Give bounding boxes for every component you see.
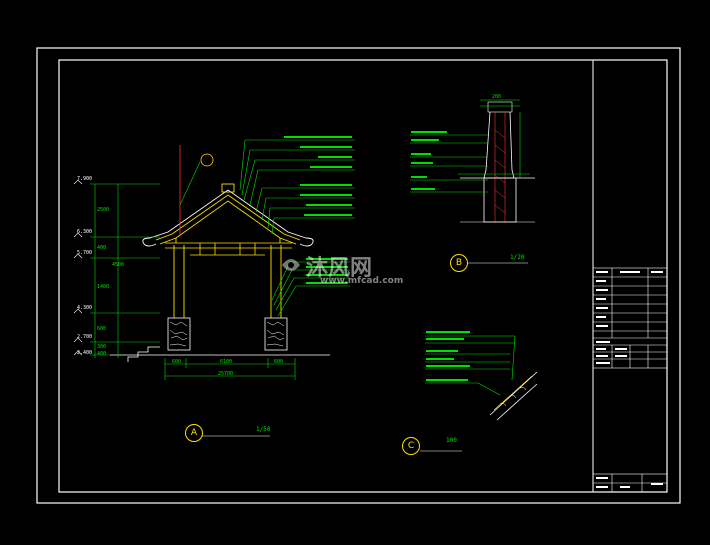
detail-b-top-dim: 200 xyxy=(492,94,502,100)
pavilion-roof xyxy=(142,183,314,247)
steps xyxy=(127,346,160,362)
stone-footing-left xyxy=(167,317,191,351)
watermark-logo-icon xyxy=(282,259,300,271)
vertical-dim-4: 600 xyxy=(97,326,107,332)
bottom-dim-left: 600 xyxy=(172,359,182,365)
section-detail-c xyxy=(425,331,538,421)
post-detail-b xyxy=(410,99,535,223)
bottom-dim-middle: 6100 xyxy=(220,359,233,365)
detail-marker-b: B xyxy=(450,254,468,272)
title-block-text-bars xyxy=(596,271,663,488)
vertical-dim-3: 1400 xyxy=(97,284,110,290)
elevation-label-6: 2.400 xyxy=(77,350,93,356)
vertical-dim-2: 400 xyxy=(97,245,107,251)
elevation-label-4: 4.300 xyxy=(77,305,93,311)
elevation-label-2: 6.300 xyxy=(77,229,93,235)
detail-marker-a: A xyxy=(185,424,203,442)
callout-circle xyxy=(200,153,214,167)
detail-c-scale: 100 xyxy=(446,437,457,444)
bottom-dim-total: 25700 xyxy=(218,371,234,377)
detail-a-scale: 1/50 xyxy=(256,426,271,433)
columns xyxy=(173,245,282,318)
detail-b-scale: 1/20 xyxy=(510,254,525,261)
detail-marker-c: C xyxy=(402,437,420,455)
watermark: 沐风网 www.mfcad.com xyxy=(280,250,440,290)
elevation-label-1: 7.900 xyxy=(77,176,93,182)
elevation-label-3: 5.700 xyxy=(77,250,93,256)
detail-marker-b-letter: B xyxy=(455,258,463,268)
detail-marker-c-letter: C xyxy=(407,441,415,451)
detail-marker-a-letter: A xyxy=(190,428,198,438)
vertical-dim-5: 300 xyxy=(97,344,107,350)
elevation-markers xyxy=(73,179,83,356)
vertical-dim-6: 400 xyxy=(97,351,107,357)
vertical-dim-1: 2500 xyxy=(97,207,110,213)
elevation-label-5: 2.700 xyxy=(77,334,93,340)
watermark-url: www.mfcad.com xyxy=(320,276,404,286)
cad-drawing-sheet: 7.900 6.300 5.700 4.300 2.700 2.400 2500… xyxy=(0,0,710,541)
bottom-dim-right: 600 xyxy=(274,359,284,365)
title-block-table xyxy=(592,267,668,493)
vertical-dim-total: 4500 xyxy=(112,262,125,268)
stone-footing-right xyxy=(264,317,288,351)
